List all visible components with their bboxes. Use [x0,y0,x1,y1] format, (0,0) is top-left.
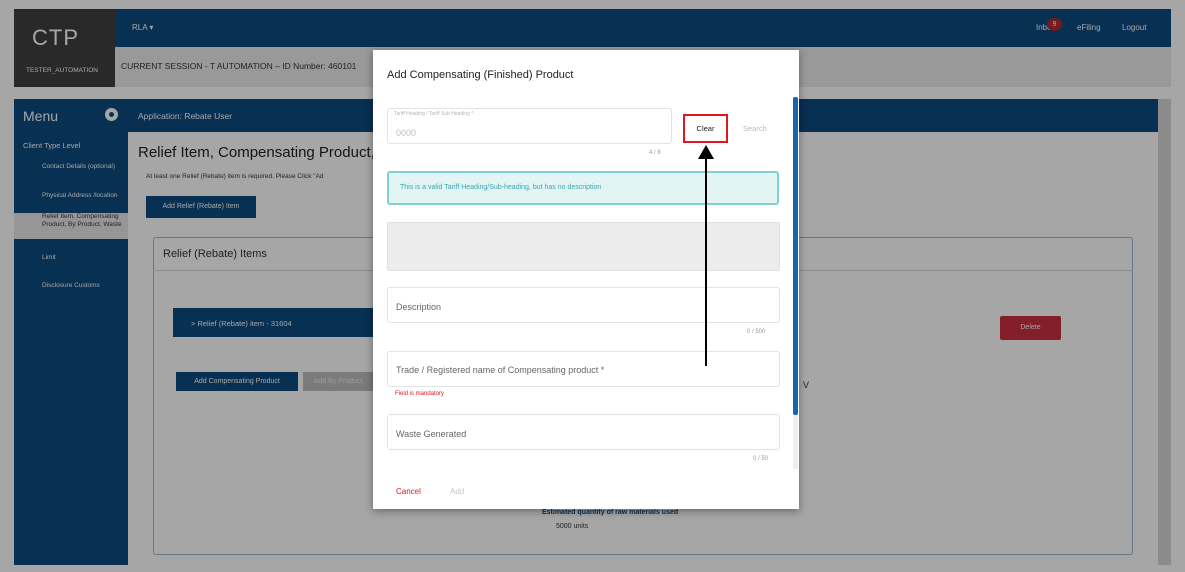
search-button[interactable]: Search [743,124,767,133]
tariff-description-box [387,222,780,271]
tariff-label: Tariff Heading / Tariff Sub Heading * [394,111,474,117]
trade-name-field[interactable]: Trade / Registered name of Compensating … [387,351,780,387]
annotation-arrow-head [698,145,714,159]
description-counter: 0 / 500 [747,329,766,335]
clear-button[interactable]: Clear [683,114,728,143]
tariff-alert: This is a valid Tariff Heading/Sub-headi… [387,171,779,205]
description-placeholder: Description [396,302,442,312]
modal-title: Add Compensating (Finished) Product [387,69,574,81]
trade-name-placeholder: Trade / Registered name of Compensating … [396,365,605,375]
description-field[interactable]: Description [387,287,780,323]
waste-counter: 0 / 50 [753,456,769,462]
add-button[interactable]: Add [450,487,464,496]
cancel-button[interactable]: Cancel [396,487,421,496]
page: CTP TESTER_AUTOMATION RLA ▾ Inbox 9 eFil… [0,0,1185,572]
tariff-counter: 4 / 8 [649,150,661,156]
modal-scrollbar-thumb[interactable] [793,97,798,415]
tariff-field[interactable]: Tariff Heading / Tariff Sub Heading * 00… [387,108,672,144]
annotation-arrow-line [705,158,707,366]
waste-placeholder: Waste Generated [396,429,467,439]
waste-field[interactable]: Waste Generated [387,414,780,450]
tariff-value: 0000 [396,128,417,138]
alert-text: This is a valid Tariff Heading/Sub-headi… [400,184,602,191]
add-compensating-modal: Add Compensating (Finished) Product Tari… [373,50,799,509]
trade-name-error: Field is mandatory [395,391,445,397]
